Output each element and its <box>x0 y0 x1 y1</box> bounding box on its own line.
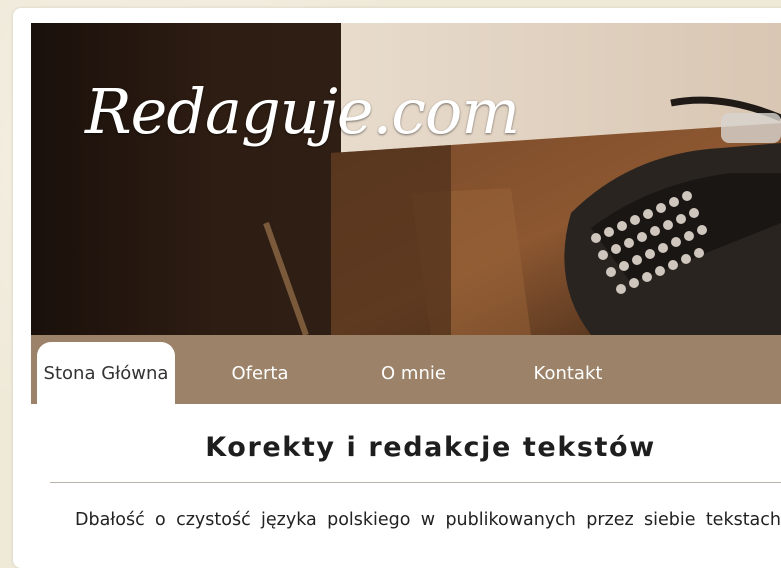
page-title: Korekty i redakcje tekstów <box>205 432 656 463</box>
site-logo[interactable]: Redaguje.com <box>85 81 520 143</box>
nav-item-offer[interactable]: Oferta <box>206 342 314 404</box>
nav-item-home[interactable]: Stona Główna <box>37 342 175 404</box>
nav-item-contact[interactable]: Kontakt <box>516 342 620 404</box>
typewriter-photo <box>31 23 781 335</box>
nav-item-about[interactable]: O mnie <box>351 342 476 404</box>
main-nav: Stona Główna Oferta O mnie Kontakt <box>31 335 781 404</box>
header-banner: Redaguje.com <box>31 23 781 335</box>
intro-paragraph: Dbałość o czystość języka polskiego w pu… <box>75 510 781 530</box>
title-divider <box>50 482 781 483</box>
